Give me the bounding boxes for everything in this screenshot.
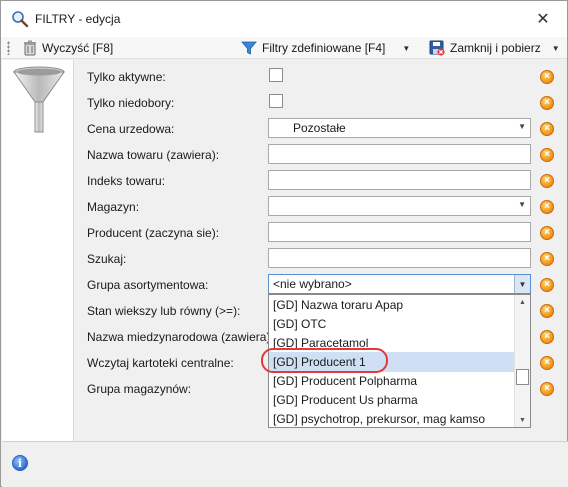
label-international-name: Nazwa miedzynarodowa (zawiera): bbox=[87, 330, 274, 344]
product-name-input[interactable] bbox=[268, 144, 531, 164]
info-icon[interactable]: i bbox=[12, 455, 28, 471]
clear-warehouse-icon[interactable]: × bbox=[540, 200, 554, 214]
official-price-value: Pozostałe bbox=[293, 121, 346, 135]
clear-shortages-only-icon[interactable]: × bbox=[540, 96, 554, 110]
magnifier-filter-icon bbox=[12, 11, 29, 28]
scrollbar-thumb[interactable] bbox=[516, 369, 529, 385]
filter-dialog: FILTRY - edycja ✕ Wyczyść [F8] Filtry zd… bbox=[0, 0, 568, 487]
dropdown-option[interactable]: [GD] Paracetamol bbox=[269, 333, 514, 353]
chevron-down-icon: ▼ bbox=[518, 200, 526, 209]
close-and-fetch-button[interactable]: Zamknij i pobierz ▼ bbox=[429, 39, 560, 57]
predefined-filters-label: Filtry zdefiniowane [F4] bbox=[262, 41, 386, 55]
status-bar: i bbox=[2, 441, 568, 487]
clear-load-central-icon[interactable]: × bbox=[540, 356, 554, 370]
label-search: Szukaj: bbox=[87, 252, 127, 266]
clear-product-name-icon[interactable]: × bbox=[540, 148, 554, 162]
clear-international-name-icon[interactable]: × bbox=[540, 330, 554, 344]
label-product-index: Indeks towaru: bbox=[87, 174, 166, 188]
label-official-price: Cena urzedowa: bbox=[87, 122, 175, 136]
large-funnel-icon bbox=[13, 66, 65, 133]
save-close-icon bbox=[429, 40, 445, 56]
filter-form: Tylko aktywne: × Tylko niedobory: × Cena… bbox=[75, 60, 567, 441]
clear-producer-icon[interactable]: × bbox=[540, 226, 554, 240]
label-product-name: Nazwa towaru (zawiera): bbox=[87, 148, 220, 162]
predefined-filters-button[interactable]: Filtry zdefiniowane [F4] ▼ bbox=[241, 39, 410, 57]
clear-button-label: Wyczyść [F8] bbox=[42, 41, 114, 55]
official-price-combo[interactable]: Pozostałe ▼ bbox=[268, 118, 531, 138]
label-warehouse: Magazyn: bbox=[87, 200, 140, 214]
dropdown-option[interactable]: [GD] psychotrop, prekursor, mag kamso bbox=[269, 409, 514, 427]
close-and-fetch-label: Zamknij i pobierz bbox=[450, 41, 541, 55]
chevron-down-icon: ▼ bbox=[518, 122, 526, 131]
side-image-pane bbox=[2, 60, 74, 441]
active-only-checkbox[interactable] bbox=[269, 68, 283, 82]
close-button[interactable]: ✕ bbox=[533, 9, 553, 29]
trash-icon bbox=[24, 40, 36, 56]
warehouse-combo[interactable]: ▼ bbox=[268, 196, 531, 216]
label-producer: Producent (zaczyna sie): bbox=[87, 226, 220, 240]
clear-product-index-icon[interactable]: × bbox=[540, 174, 554, 188]
label-assortment-group: Grupa asortymentowa: bbox=[87, 278, 209, 292]
toolbar-grip[interactable] bbox=[7, 41, 10, 55]
dropdown-option[interactable]: [GD] Producent Polpharma bbox=[269, 371, 514, 391]
clear-search-icon[interactable]: × bbox=[540, 252, 554, 266]
dropdown-option[interactable]: [GD] OTC bbox=[269, 314, 514, 334]
producer-input[interactable] bbox=[268, 222, 531, 242]
dropdown-option-selected[interactable]: [GD] Producent 1 bbox=[269, 352, 514, 372]
assortment-group-combo[interactable]: <nie wybrano> ▼ bbox=[268, 274, 531, 294]
clear-warehouse-group-icon[interactable]: × bbox=[540, 382, 554, 396]
assortment-group-dropdown: [GD] Nazwa toraru Apap [GD] OTC [GD] Par… bbox=[268, 294, 531, 428]
title-bar: FILTRY - edycja ✕ bbox=[1, 1, 567, 37]
toolbar: Wyczyść [F8] Filtry zdefiniowane [F4] ▼ … bbox=[1, 37, 567, 59]
funnel-icon bbox=[241, 41, 257, 55]
label-load-central: Wczytaj kartoteki centralne: bbox=[87, 356, 234, 370]
chevron-down-icon[interactable]: ▼ bbox=[514, 275, 530, 293]
shortages-only-checkbox[interactable] bbox=[269, 94, 283, 108]
label-warehouse-group: Grupa magazynów: bbox=[87, 382, 192, 396]
clear-button[interactable]: Wyczyść [F8] bbox=[23, 39, 113, 57]
search-input[interactable] bbox=[268, 248, 531, 268]
label-stock-gte: Stan wiekszy lub równy (>=): bbox=[87, 304, 241, 318]
dropdown-option[interactable]: [GD] Nazwa toraru Apap bbox=[269, 295, 514, 315]
chevron-down-icon[interactable]: ▼ bbox=[402, 44, 410, 53]
label-shortages-only: Tylko niedobory: bbox=[87, 96, 175, 110]
scroll-up-icon[interactable]: ▲ bbox=[515, 295, 530, 309]
label-active-only: Tylko aktywne: bbox=[87, 70, 166, 84]
product-index-input[interactable] bbox=[268, 170, 531, 190]
assortment-group-value: <nie wybrano> bbox=[273, 277, 352, 291]
dropdown-option[interactable]: [GD] Producent Us pharma bbox=[269, 390, 514, 410]
clear-official-price-icon[interactable]: × bbox=[540, 122, 554, 136]
clear-assortment-group-icon[interactable]: × bbox=[540, 278, 554, 292]
clear-active-only-icon[interactable]: × bbox=[540, 70, 554, 84]
scroll-down-icon[interactable]: ▼ bbox=[515, 413, 530, 427]
window-title: FILTRY - edycja bbox=[35, 12, 121, 26]
chevron-down-icon[interactable]: ▼ bbox=[552, 44, 560, 53]
dropdown-scrollbar[interactable]: ▲ ▼ bbox=[514, 295, 530, 427]
clear-stock-gte-icon[interactable]: × bbox=[540, 304, 554, 318]
